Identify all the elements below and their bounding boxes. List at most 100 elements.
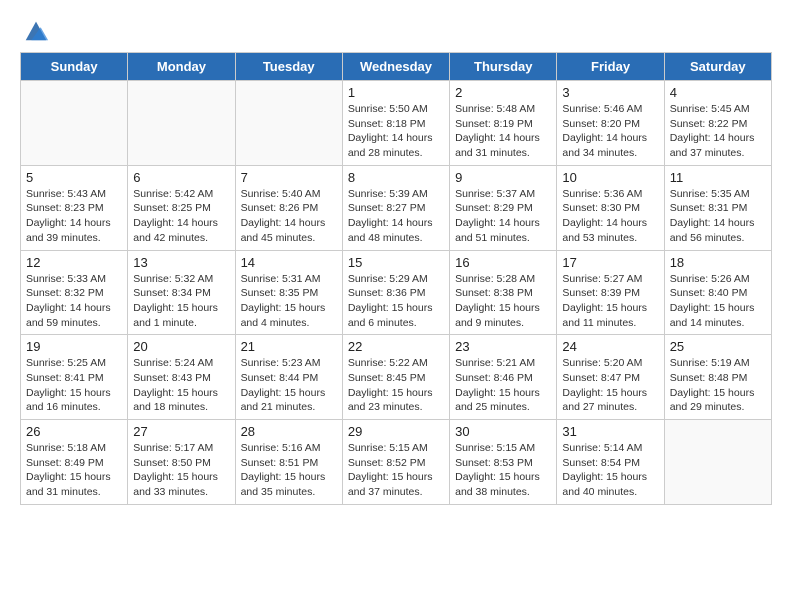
day-info: Sunrise: 5:45 AM Sunset: 8:22 PM Dayligh… (670, 102, 766, 161)
calendar-cell: 24 Sunrise: 5:20 AM Sunset: 8:47 PM Dayli… (557, 335, 664, 420)
weekday-monday: Monday (128, 53, 235, 81)
day-info: Sunrise: 5:33 AM Sunset: 8:32 PM Dayligh… (26, 272, 122, 331)
calendar-table: SundayMondayTuesdayWednesdayThursdayFrid… (20, 52, 772, 505)
day-info: Sunrise: 5:16 AM Sunset: 8:51 PM Dayligh… (241, 441, 337, 500)
weekday-saturday: Saturday (664, 53, 771, 81)
calendar-cell: 23 Sunrise: 5:21 AM Sunset: 8:46 PM Dayli… (450, 335, 557, 420)
week-row-4: 19Sunrise: 5:25 AM Sunset: 8:41 PM Dayli… (21, 335, 772, 420)
day-info: Sunrise: 5:28 AM Sunset: 8:38 PM Dayligh… (455, 272, 551, 331)
day-number: 27 (133, 424, 229, 439)
day-number: 6 (133, 170, 229, 185)
calendar-cell: 14 Sunrise: 5:31 AM Sunset: 8:35 PM Dayli… (235, 250, 342, 335)
day-info: Sunrise: 5:42 AM Sunset: 8:25 PM Dayligh… (133, 187, 229, 246)
calendar-cell: 4 Sunrise: 5:45 AM Sunset: 8:22 PM Daylig… (664, 81, 771, 166)
calendar-cell: 26 Sunrise: 5:18 AM Sunset: 8:49 PM Dayli… (21, 420, 128, 505)
day-info: Sunrise: 5:31 AM Sunset: 8:35 PM Dayligh… (241, 272, 337, 331)
day-info: Sunrise: 5:15 AM Sunset: 8:52 PM Dayligh… (348, 441, 444, 500)
day-info: Sunrise: 5:18 AM Sunset: 8:49 PM Dayligh… (26, 441, 122, 500)
day-number: 8 (348, 170, 444, 185)
calendar-cell: 11Sunrise: 5:35 AM Sunset: 8:31 PM Dayli… (664, 165, 771, 250)
weekday-friday: Friday (557, 53, 664, 81)
day-number: 18 (670, 255, 766, 270)
day-number: 25 (670, 339, 766, 354)
day-info: Sunrise: 5:27 AM Sunset: 8:39 PM Dayligh… (562, 272, 658, 331)
weekday-sunday: Sunday (21, 53, 128, 81)
day-info: Sunrise: 5:20 AM Sunset: 8:47 PM Dayligh… (562, 356, 658, 415)
day-info: Sunrise: 5:46 AM Sunset: 8:20 PM Dayligh… (562, 102, 658, 161)
day-number: 26 (26, 424, 122, 439)
calendar-cell: 16Sunrise: 5:28 AM Sunset: 8:38 PM Dayli… (450, 250, 557, 335)
calendar-cell: 10Sunrise: 5:36 AM Sunset: 8:30 PM Dayli… (557, 165, 664, 250)
calendar-cell: 18Sunrise: 5:26 AM Sunset: 8:40 PM Dayli… (664, 250, 771, 335)
day-info: Sunrise: 5:21 AM Sunset: 8:46 PM Dayligh… (455, 356, 551, 415)
day-number: 4 (670, 85, 766, 100)
day-info: Sunrise: 5:14 AM Sunset: 8:54 PM Dayligh… (562, 441, 658, 500)
day-number: 9 (455, 170, 551, 185)
day-number: 1 (348, 85, 444, 100)
calendar-cell: 20Sunrise: 5:24 AM Sunset: 8:43 PM Dayli… (128, 335, 235, 420)
calendar-cell: 30 Sunrise: 5:15 AM Sunset: 8:53 PM Dayli… (450, 420, 557, 505)
calendar-cell: 1Sunrise: 5:50 AM Sunset: 8:18 PM Daylig… (342, 81, 449, 166)
day-number: 14 (241, 255, 337, 270)
day-number: 29 (348, 424, 444, 439)
day-number: 21 (241, 339, 337, 354)
day-number: 15 (348, 255, 444, 270)
day-number: 22 (348, 339, 444, 354)
calendar-cell: 31Sunrise: 5:14 AM Sunset: 8:54 PM Dayli… (557, 420, 664, 505)
calendar-cell: 9 Sunrise: 5:37 AM Sunset: 8:29 PM Daylig… (450, 165, 557, 250)
calendar-cell (235, 81, 342, 166)
day-info: Sunrise: 5:22 AM Sunset: 8:45 PM Dayligh… (348, 356, 444, 415)
day-number: 23 (455, 339, 551, 354)
day-number: 28 (241, 424, 337, 439)
day-info: Sunrise: 5:48 AM Sunset: 8:19 PM Dayligh… (455, 102, 551, 161)
calendar-cell: 27Sunrise: 5:17 AM Sunset: 8:50 PM Dayli… (128, 420, 235, 505)
calendar-cell: 7 Sunrise: 5:40 AM Sunset: 8:26 PM Daylig… (235, 165, 342, 250)
page-container: SundayMondayTuesdayWednesdayThursdayFrid… (0, 0, 792, 515)
logo-icon (22, 16, 50, 44)
weekday-wednesday: Wednesday (342, 53, 449, 81)
day-info: Sunrise: 5:29 AM Sunset: 8:36 PM Dayligh… (348, 272, 444, 331)
day-info: Sunrise: 5:43 AM Sunset: 8:23 PM Dayligh… (26, 187, 122, 246)
week-row-1: 1Sunrise: 5:50 AM Sunset: 8:18 PM Daylig… (21, 81, 772, 166)
weekday-tuesday: Tuesday (235, 53, 342, 81)
day-number: 10 (562, 170, 658, 185)
day-number: 7 (241, 170, 337, 185)
day-info: Sunrise: 5:23 AM Sunset: 8:44 PM Dayligh… (241, 356, 337, 415)
calendar-cell: 6 Sunrise: 5:42 AM Sunset: 8:25 PM Daylig… (128, 165, 235, 250)
calendar-cell: 2 Sunrise: 5:48 AM Sunset: 8:19 PM Daylig… (450, 81, 557, 166)
day-number: 5 (26, 170, 122, 185)
calendar-wrapper: SundayMondayTuesdayWednesdayThursdayFrid… (0, 52, 792, 515)
calendar-cell: 22 Sunrise: 5:22 AM Sunset: 8:45 PM Dayli… (342, 335, 449, 420)
day-number: 24 (562, 339, 658, 354)
header (0, 0, 792, 52)
calendar-cell: 12Sunrise: 5:33 AM Sunset: 8:32 PM Dayli… (21, 250, 128, 335)
day-number: 13 (133, 255, 229, 270)
weekday-thursday: Thursday (450, 53, 557, 81)
day-number: 30 (455, 424, 551, 439)
day-info: Sunrise: 5:40 AM Sunset: 8:26 PM Dayligh… (241, 187, 337, 246)
calendar-cell (128, 81, 235, 166)
calendar-cell: 28 Sunrise: 5:16 AM Sunset: 8:51 PM Dayli… (235, 420, 342, 505)
day-info: Sunrise: 5:39 AM Sunset: 8:27 PM Dayligh… (348, 187, 444, 246)
day-number: 17 (562, 255, 658, 270)
weekday-header-row: SundayMondayTuesdayWednesdayThursdayFrid… (21, 53, 772, 81)
day-info: Sunrise: 5:15 AM Sunset: 8:53 PM Dayligh… (455, 441, 551, 500)
logo (20, 16, 50, 44)
week-row-5: 26 Sunrise: 5:18 AM Sunset: 8:49 PM Dayli… (21, 420, 772, 505)
calendar-cell (21, 81, 128, 166)
calendar-cell (664, 420, 771, 505)
calendar-cell: 29 Sunrise: 5:15 AM Sunset: 8:52 PM Dayli… (342, 420, 449, 505)
calendar-cell: 17 Sunrise: 5:27 AM Sunset: 8:39 PM Dayli… (557, 250, 664, 335)
day-number: 2 (455, 85, 551, 100)
calendar-cell: 5 Sunrise: 5:43 AM Sunset: 8:23 PM Daylig… (21, 165, 128, 250)
day-info: Sunrise: 5:25 AM Sunset: 8:41 PM Dayligh… (26, 356, 122, 415)
day-info: Sunrise: 5:35 AM Sunset: 8:31 PM Dayligh… (670, 187, 766, 246)
calendar-cell: 25Sunrise: 5:19 AM Sunset: 8:48 PM Dayli… (664, 335, 771, 420)
calendar-cell: 15 Sunrise: 5:29 AM Sunset: 8:36 PM Dayli… (342, 250, 449, 335)
calendar-cell: 21 Sunrise: 5:23 AM Sunset: 8:44 PM Dayli… (235, 335, 342, 420)
week-row-2: 5 Sunrise: 5:43 AM Sunset: 8:23 PM Daylig… (21, 165, 772, 250)
calendar-cell: 13Sunrise: 5:32 AM Sunset: 8:34 PM Dayli… (128, 250, 235, 335)
day-info: Sunrise: 5:37 AM Sunset: 8:29 PM Dayligh… (455, 187, 551, 246)
day-number: 20 (133, 339, 229, 354)
week-row-3: 12Sunrise: 5:33 AM Sunset: 8:32 PM Dayli… (21, 250, 772, 335)
